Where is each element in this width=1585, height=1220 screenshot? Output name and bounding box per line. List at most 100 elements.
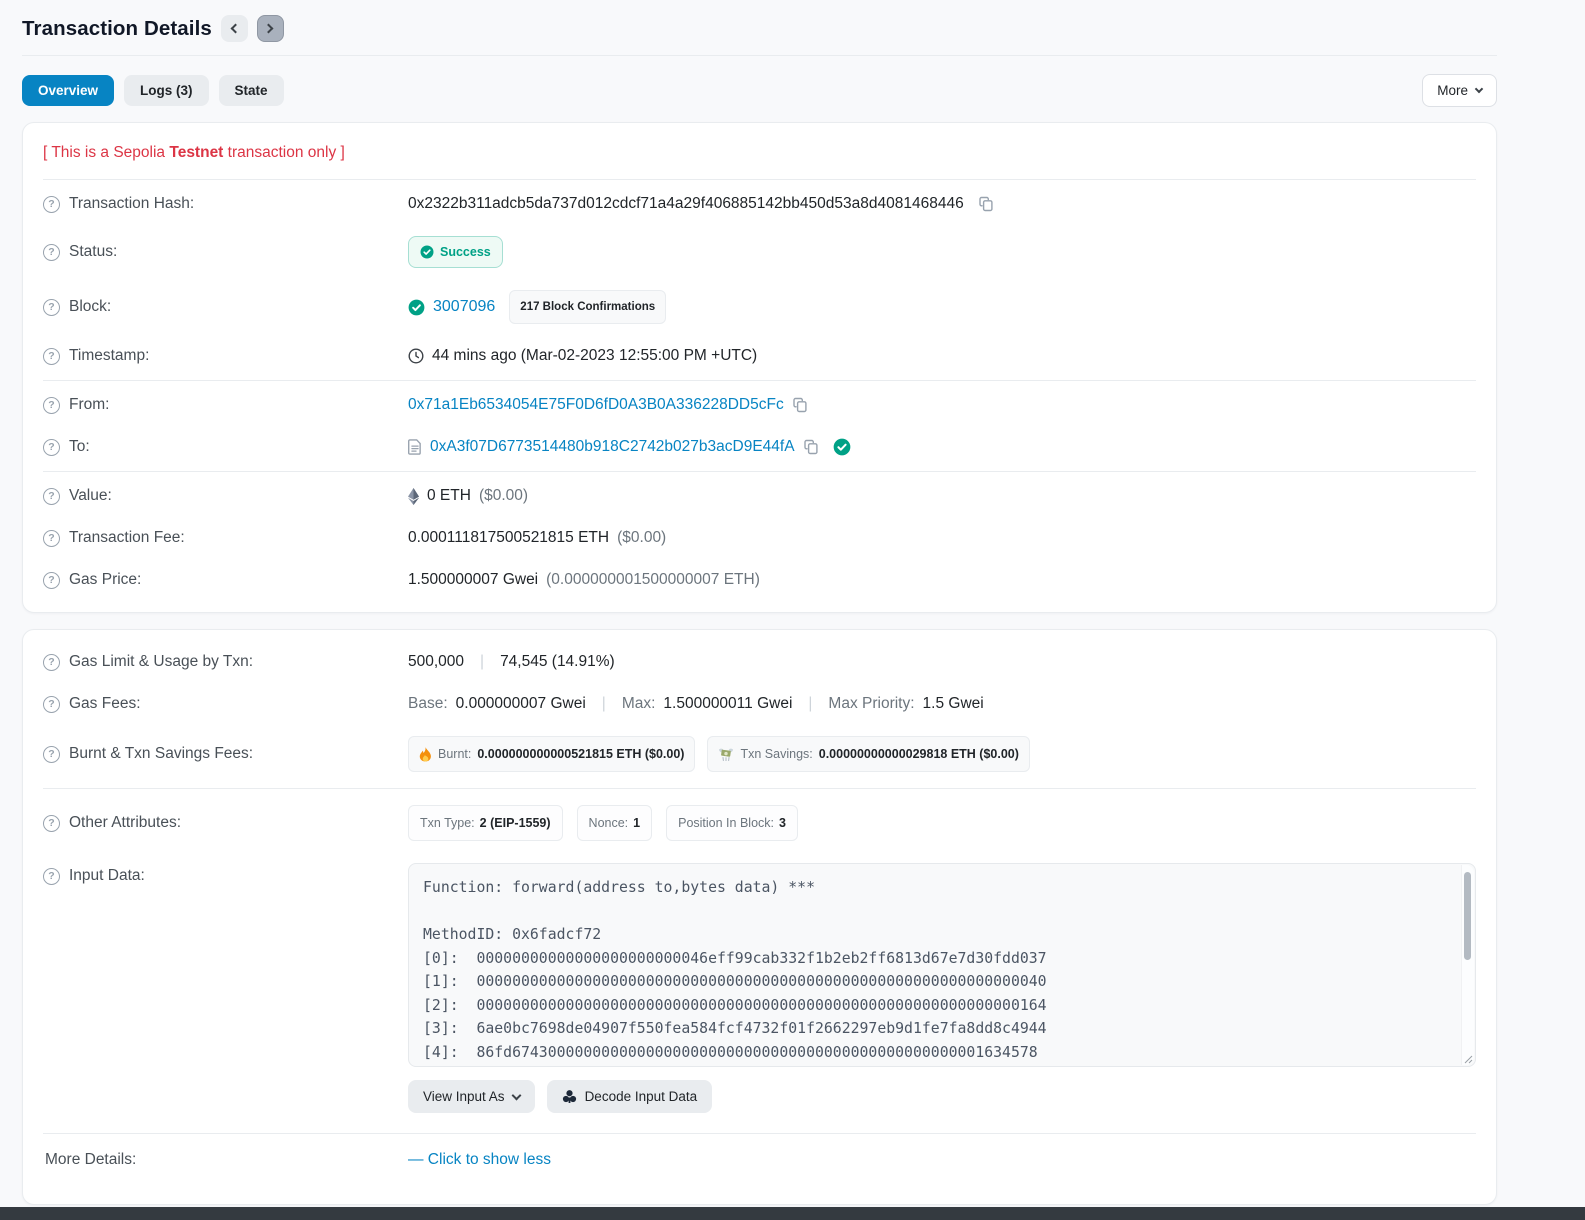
help-icon[interactable]: ?	[43, 814, 60, 832]
verified-check-icon	[833, 438, 850, 456]
status-row: ? Status: Success	[43, 225, 1476, 279]
help-icon[interactable]: ?	[43, 653, 60, 671]
tabs-row: Overview Logs (3) State More	[22, 74, 1497, 107]
gas-limit-row: ? Gas Limit & Usage by Txn: 500,000 | 74…	[43, 636, 1476, 683]
help-icon[interactable]: ?	[43, 243, 60, 261]
from-address-link[interactable]: 0x71a1Eb6534054E75F0D6fD0A3B0A336228DD5c…	[408, 395, 784, 415]
input-data-textarea[interactable]: Function: forward(address to,bytes data)…	[408, 863, 1476, 1067]
transaction-hash-value: 0x2322b311adcb5da737d012cdcf71a4a29f4068…	[408, 195, 964, 212]
fire-icon	[419, 746, 431, 761]
tab-logs[interactable]: Logs (3)	[124, 75, 209, 106]
input-scrollbar[interactable]	[1461, 865, 1474, 1065]
tab-state[interactable]: State	[218, 75, 284, 106]
help-icon[interactable]: ?	[43, 396, 60, 414]
status-value: Success	[440, 245, 491, 259]
copy-icon	[793, 397, 807, 413]
burnt-badge: Burnt: 0.000000000000521815 ETH ($0.00)	[408, 736, 696, 772]
copy-icon	[978, 196, 993, 212]
transaction-fee-usd: ($0.00)	[617, 529, 667, 546]
transaction-details-page: Transaction Details Overview Logs (3) St…	[22, 0, 1497, 1205]
ethereum-icon	[408, 487, 419, 505]
help-icon[interactable]: ?	[43, 347, 60, 365]
header-divider	[22, 55, 1497, 56]
help-icon[interactable]: ?	[43, 571, 60, 589]
value-amount: 0 ETH	[427, 487, 471, 504]
txn-type-label: Txn Type:	[420, 816, 475, 830]
gas-price-value: 1.500000007 Gwei	[408, 571, 539, 588]
more-button[interactable]: More	[1422, 74, 1497, 107]
max-fee-label: Max:	[621, 695, 656, 712]
burnt-label: Burnt:	[438, 747, 472, 761]
value-label: Value:	[69, 487, 112, 504]
tab-overview[interactable]: Overview	[22, 75, 115, 106]
separator: |	[601, 695, 606, 712]
txn-type-badge: Txn Type: 2 (EIP-1559)	[408, 805, 563, 841]
txn-savings-value: 0.00000000000029818 ETH ($0.00)	[818, 747, 1019, 761]
copy-hash-button[interactable]	[978, 196, 994, 212]
other-attributes-label: Other Attributes:	[69, 814, 181, 831]
copy-from-button[interactable]	[792, 397, 808, 413]
help-icon[interactable]: ?	[43, 438, 60, 456]
help-icon[interactable]: ?	[43, 195, 60, 213]
click-to-show-less-link[interactable]: — Click to show less	[408, 1150, 551, 1170]
view-input-as-label: View Input As	[423, 1089, 505, 1104]
notice-bold: Testnet	[169, 144, 224, 161]
view-input-as-button[interactable]: View Input As	[408, 1080, 535, 1113]
transaction-hash-label: Transaction Hash:	[69, 195, 195, 212]
burnt-value: 0.000000000000521815 ETH ($0.00)	[477, 747, 685, 761]
transaction-fee-row: ? Transaction Fee: 0.000111817500521815 …	[43, 517, 1476, 559]
check-circle-icon	[420, 245, 434, 259]
testnet-notice: [ This is a Sepolia Testnet transaction …	[43, 129, 1476, 179]
more-details-label: More Details:	[45, 1151, 137, 1168]
next-transaction-button[interactable]	[256, 15, 284, 42]
to-address-link[interactable]: 0xA3f07D6773514480b918C2742b027b3acD9E44…	[430, 437, 795, 457]
chevron-down-icon	[511, 1090, 522, 1100]
help-icon[interactable]: ?	[43, 745, 60, 763]
decode-input-data-label: Decode Input Data	[584, 1089, 698, 1104]
help-icon[interactable]: ?	[43, 867, 60, 885]
block-confirmations-badge: 217 Block Confirmations	[509, 290, 667, 324]
resize-handle-icon[interactable]	[1464, 1055, 1473, 1064]
page-title: Transaction Details	[22, 16, 212, 40]
help-icon[interactable]: ?	[43, 487, 60, 505]
nonce-badge: Nonce: 1	[576, 805, 653, 841]
status-badge: Success	[408, 236, 503, 268]
timestamp-row: ? Timestamp: 44 mins ago (Mar-02-2023 12…	[43, 335, 1476, 380]
gas-fees-row: ? Gas Fees: Base: 0.000000007 Gwei | Max…	[43, 683, 1476, 725]
block-row: ? Block: 3007096 217 Block Confirmations	[43, 279, 1476, 335]
base-fee-label: Base:	[408, 695, 448, 712]
contract-file-icon	[408, 439, 421, 455]
status-label: Status:	[69, 243, 118, 260]
input-data-row: ? Input Data: Function: forward(address …	[43, 852, 1476, 1117]
position-value: 3	[779, 816, 786, 830]
clock-icon	[408, 348, 424, 364]
block-label: Block:	[69, 298, 112, 315]
money-wings-icon	[719, 748, 734, 761]
gas-limit-label: Gas Limit & Usage by Txn:	[69, 653, 254, 670]
nonce-value: 1	[633, 816, 641, 830]
to-row: ? To: 0xA3f07D6773514480b918C2742b027b3a…	[43, 426, 1476, 471]
input-data-label: Input Data:	[69, 867, 145, 884]
chevron-down-icon	[1474, 84, 1484, 94]
decode-input-data-button[interactable]: Decode Input Data	[546, 1080, 713, 1113]
more-details-row: More Details: — Click to show less	[43, 1134, 1476, 1198]
nonce-label: Nonce:	[588, 816, 629, 830]
scrollbar-thumb[interactable]	[1464, 872, 1471, 960]
help-icon[interactable]: ?	[43, 529, 60, 547]
gas-price-row: ? Gas Price: 1.500000007 Gwei (0.0000000…	[43, 559, 1476, 606]
help-icon[interactable]: ?	[43, 298, 60, 316]
help-icon[interactable]: ?	[43, 695, 60, 713]
from-label: From:	[69, 396, 110, 413]
gas-price-label: Gas Price:	[69, 571, 142, 588]
notice-prefix: [ This is a Sepolia	[43, 144, 170, 161]
previous-transaction-button[interactable]	[220, 15, 248, 42]
value-row: ? Value: 0 ETH ($0.00)	[43, 472, 1476, 517]
timestamp-value: 44 mins ago (Mar-02-2023 12:55:00 PM +UT…	[432, 347, 758, 364]
transaction-hash-row: ? Transaction Hash: 0x2322b311adcb5da737…	[43, 180, 1476, 225]
check-circle-icon	[408, 299, 425, 315]
bottom-bar	[0, 1207, 1585, 1220]
page-header: Transaction Details	[22, 0, 1497, 55]
copy-to-button[interactable]	[803, 439, 819, 455]
burnt-savings-row: ? Burnt & Txn Savings Fees: Burnt: 0.000…	[43, 725, 1476, 788]
block-number-link[interactable]: 3007096	[433, 297, 495, 317]
